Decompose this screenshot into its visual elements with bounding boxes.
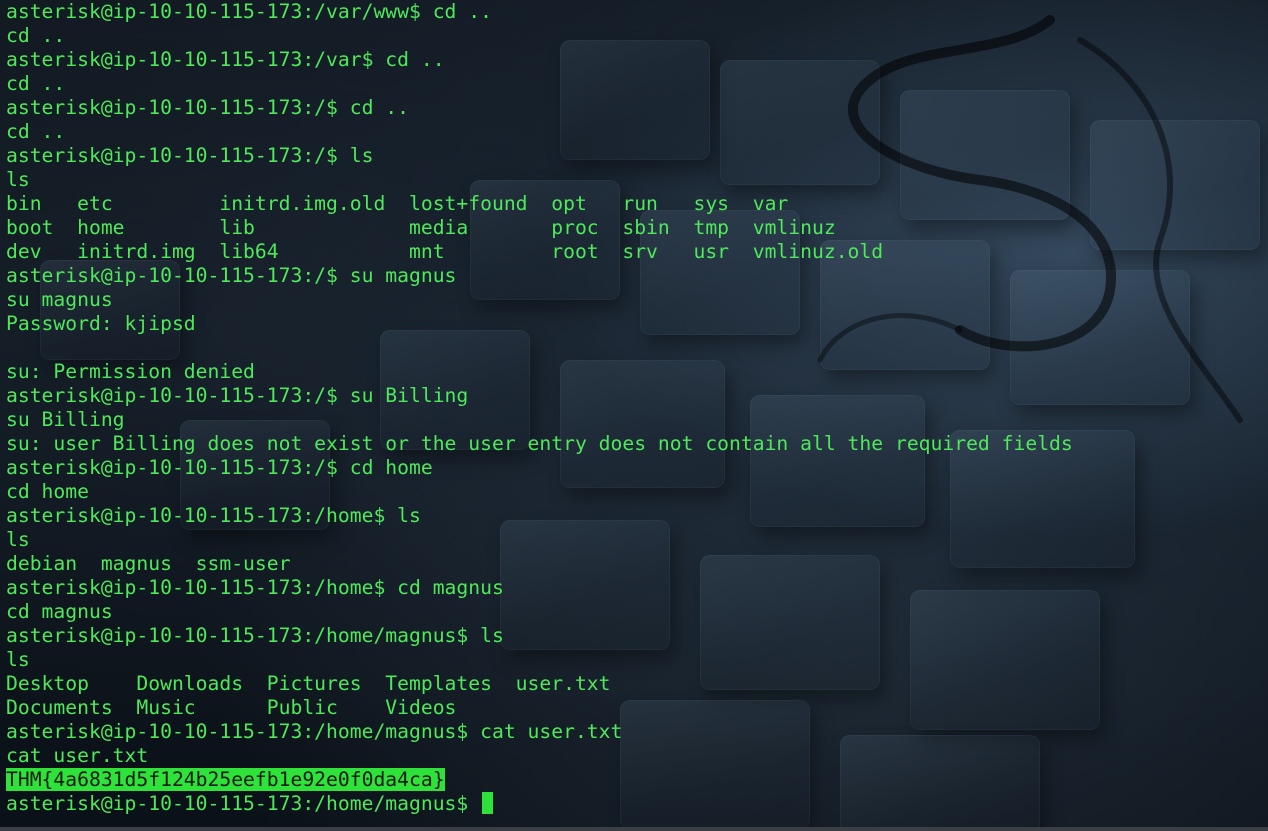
window-bottom-border: [0, 827, 1268, 831]
terminal-line: dev initrd.img lib64 mnt root srv usr vm…: [6, 240, 884, 263]
terminal-output: asterisk@ip-10-10-115-173:/var/www$ cd .…: [6, 0, 1073, 816]
terminal-line: cat user.txt: [6, 744, 149, 767]
terminal-line: ls: [6, 168, 30, 191]
terminal-line: asterisk@ip-10-10-115-173:/home$ cd magn…: [6, 576, 504, 599]
flag-line: THM{4a6831d5f124b25eefb1e92e0f0da4ca}: [6, 768, 1073, 792]
terminal-line: Password: kjipsd: [6, 312, 196, 335]
terminal-line: asterisk@ip-10-10-115-173:/home$ ls: [6, 504, 421, 527]
terminal-line: asterisk@ip-10-10-115-173:/home/magnus$ …: [6, 720, 623, 743]
terminal-line: su: Permission denied: [6, 360, 255, 383]
shell-prompt: asterisk@ip-10-10-115-173:/home/magnus$: [6, 792, 481, 815]
terminal-line: debian magnus ssm-user: [6, 552, 291, 575]
prompt-line[interactable]: asterisk@ip-10-10-115-173:/home/magnus$: [6, 792, 1073, 816]
terminal-line: cd home: [6, 480, 89, 503]
terminal-window[interactable]: asterisk@ip-10-10-115-173:/var/www$ cd .…: [0, 0, 1268, 831]
terminal-line: Desktop Downloads Pictures Templates use…: [6, 672, 611, 695]
terminal-line: asterisk@ip-10-10-115-173:/$ ls: [6, 144, 374, 167]
terminal-line: cd ..: [6, 24, 66, 47]
terminal-line: su magnus: [6, 288, 113, 311]
flag-text: THM{4a6831d5f124b25eefb1e92e0f0da4ca}: [6, 768, 445, 791]
terminal-line: cd ..: [6, 72, 66, 95]
terminal-line: cd ..: [6, 120, 66, 143]
terminal-line: asterisk@ip-10-10-115-173:/$ su Billing: [6, 384, 469, 407]
terminal-line: asterisk@ip-10-10-115-173:/var$ cd ..: [6, 48, 445, 71]
text-cursor[interactable]: [482, 792, 494, 814]
terminal-line: asterisk@ip-10-10-115-173:/$ cd home: [6, 456, 433, 479]
terminal-line: asterisk@ip-10-10-115-173:/home/magnus$ …: [6, 624, 504, 647]
terminal-line: su: user Billing does not exist or the u…: [6, 432, 1073, 455]
terminal-line: cd magnus: [6, 600, 113, 623]
terminal-line: bin etc initrd.img.old lost+found opt ru…: [6, 192, 789, 215]
terminal-line: su Billing: [6, 408, 125, 431]
terminal-line: asterisk@ip-10-10-115-173:/var/www$ cd .…: [6, 0, 492, 23]
terminal-line: asterisk@ip-10-10-115-173:/$ su magnus: [6, 264, 457, 287]
terminal-line: ls: [6, 648, 30, 671]
terminal-line: ls: [6, 528, 30, 551]
terminal-line: Documents Music Public Videos: [6, 696, 457, 719]
terminal-line: asterisk@ip-10-10-115-173:/$ cd ..: [6, 96, 409, 119]
terminal-line: boot home lib media proc sbin tmp vmlinu…: [6, 216, 836, 239]
